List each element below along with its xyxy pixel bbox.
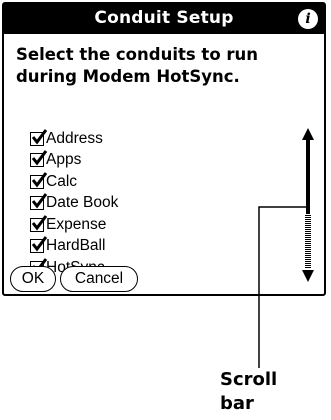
ok-button[interactable]: OK bbox=[10, 266, 56, 292]
button-row: OK Cancel bbox=[10, 266, 138, 292]
conduit-label: HardBall bbox=[46, 237, 106, 255]
title-bar: Conduit Setup i bbox=[4, 4, 324, 34]
checkbox-checked-icon[interactable] bbox=[30, 128, 48, 146]
conduit-label: Calc bbox=[46, 172, 78, 190]
conduit-label: Address bbox=[46, 129, 103, 147]
conduit-label: Apps bbox=[46, 151, 82, 169]
scroll-track[interactable] bbox=[305, 140, 311, 268]
checkbox-checked-icon[interactable] bbox=[30, 214, 48, 232]
conduit-item[interactable]: HardBall bbox=[30, 236, 260, 258]
conduit-item[interactable]: Calc bbox=[30, 171, 260, 193]
checkbox-checked-icon[interactable] bbox=[30, 150, 48, 168]
conduit-item[interactable]: Date Book bbox=[30, 193, 260, 215]
info-icon[interactable]: i bbox=[298, 9, 318, 29]
conduit-item[interactable]: Expense bbox=[30, 214, 260, 236]
scroll-up-arrow-icon[interactable] bbox=[301, 126, 315, 140]
callout-label: Scroll bar bbox=[220, 369, 278, 414]
conduit-label: Date Book bbox=[46, 194, 119, 212]
instructions-text: Select the conduits to run during Modem … bbox=[16, 45, 259, 86]
cancel-button[interactable]: Cancel bbox=[60, 266, 138, 292]
checkbox-checked-icon[interactable] bbox=[30, 193, 48, 211]
conduit-item[interactable]: Address bbox=[30, 128, 260, 150]
scroll-track-line bbox=[306, 140, 310, 214]
checkbox-checked-icon[interactable] bbox=[30, 171, 48, 189]
callout-leader-line bbox=[258, 206, 306, 368]
conduit-list: Address Apps Calc Date Book Expense Hard… bbox=[30, 128, 260, 279]
conduit-label: Expense bbox=[46, 215, 107, 233]
conduit-item[interactable]: Apps bbox=[30, 150, 260, 172]
checkbox-checked-icon[interactable] bbox=[30, 236, 48, 254]
dialog-title: Conduit Setup bbox=[94, 8, 234, 28]
